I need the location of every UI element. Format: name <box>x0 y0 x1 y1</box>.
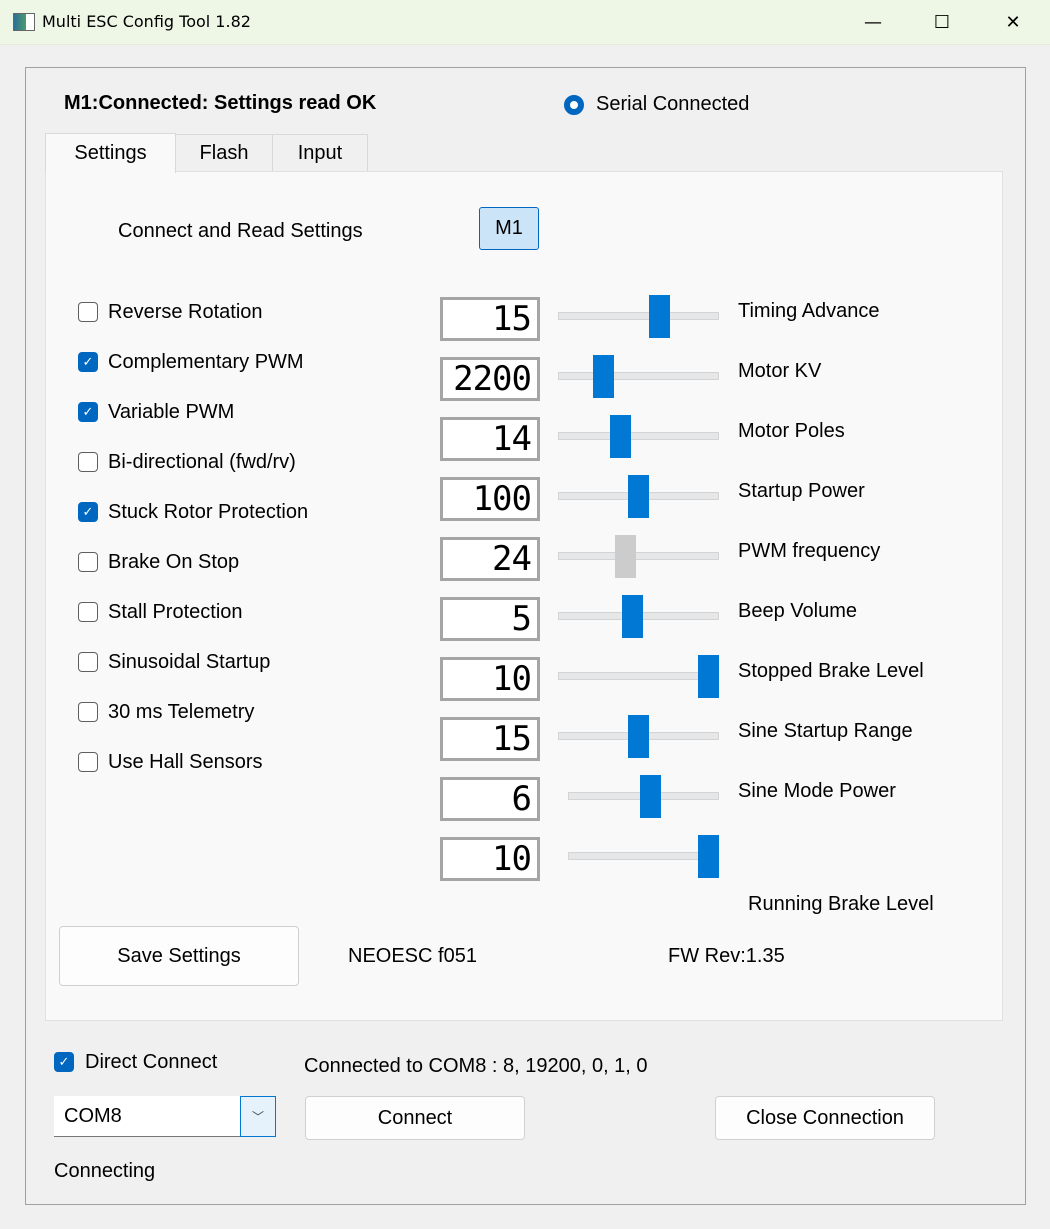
value-display: 100 <box>440 477 540 521</box>
slider-thumb[interactable] <box>609 415 631 458</box>
checkbox-label: Complementary PWM <box>108 351 304 373</box>
value-display: 5 <box>440 597 540 641</box>
checkbox-label: Brake On Stop <box>108 551 240 573</box>
slider-track[interactable] <box>568 852 719 860</box>
slider-thumb[interactable] <box>615 535 637 578</box>
slider-track[interactable] <box>558 432 719 440</box>
connection-info: Connected to COM8 : 8, 19200, 0, 1, 0 <box>304 1055 648 1077</box>
direct-connect-label: Direct Connect <box>85 1051 218 1073</box>
tab-flash[interactable]: Flash <box>175 134 273 172</box>
checkbox-sinusoidal-startup[interactable] <box>78 652 98 672</box>
slider-track[interactable] <box>558 672 719 680</box>
maximize-button[interactable]: ☐ <box>907 0 977 45</box>
value-display: 15 <box>440 297 540 341</box>
slider-label: Running Brake Level <box>748 893 934 915</box>
checkbox-reverse-rotation[interactable] <box>78 302 98 322</box>
slider-label: Timing Advance <box>738 300 880 322</box>
close-connection-button[interactable]: Close Connection <box>715 1096 935 1140</box>
slider-label: Beep Volume <box>738 600 857 622</box>
slider-thumb[interactable] <box>593 355 614 398</box>
slider-thumb[interactable] <box>698 835 719 878</box>
device-name: NEOESC f051 <box>348 945 477 967</box>
checkbox-label: Sinusoidal Startup <box>108 651 271 673</box>
checkbox-label: Variable PWM <box>108 401 235 423</box>
slider-label: Motor Poles <box>738 420 845 442</box>
slider-thumb[interactable] <box>628 475 649 518</box>
slider-thumb[interactable] <box>698 655 719 698</box>
save-settings-button[interactable]: Save Settings <box>59 926 299 986</box>
m1-button[interactable]: M1 <box>479 207 539 250</box>
slider-thumb[interactable] <box>639 775 661 818</box>
checkbox-label: Use Hall Sensors <box>108 751 263 773</box>
slider-thumb[interactable] <box>622 595 644 638</box>
value-display: 14 <box>440 417 540 461</box>
value-display: 6 <box>440 777 540 821</box>
tab-input[interactable]: Input <box>272 134 368 172</box>
close-button[interactable]: ✕ <box>978 0 1048 45</box>
footer-status: Connecting <box>54 1160 156 1182</box>
title-bar: Multi ESC Config Tool 1.82 — ☐ ✕ <box>0 0 1050 45</box>
checkbox-label: 30 ms Telemetry <box>108 701 255 723</box>
slider-thumb[interactable] <box>649 295 670 338</box>
port-select[interactable]: COM8 ﹀ <box>54 1096 276 1137</box>
chevron-down-icon[interactable]: ﹀ <box>240 1096 276 1137</box>
checkbox-variable-pwm[interactable]: ✓ <box>78 402 98 422</box>
port-select-value: COM8 <box>64 1105 122 1127</box>
firmware-revision: FW Rev:1.35 <box>668 945 785 967</box>
slider-track[interactable] <box>558 372 719 380</box>
value-display: 2200 <box>440 357 540 401</box>
checkbox-label: Reverse Rotation <box>108 301 263 323</box>
checkbox-label: Stall Protection <box>108 601 243 623</box>
connection-status: M1:Connected: Settings read OK <box>64 92 377 114</box>
direct-connect-checkbox[interactable]: ✓ <box>54 1052 74 1072</box>
checkbox-complementary-pwm[interactable]: ✓ <box>78 352 98 372</box>
slider-label: Stopped Brake Level <box>738 660 924 682</box>
value-display: 24 <box>440 537 540 581</box>
checkbox-brake-on-stop[interactable] <box>78 552 98 572</box>
slider-track[interactable] <box>558 312 719 320</box>
checkbox-stuck-rotor-protection[interactable]: ✓ <box>78 502 98 522</box>
value-display: 10 <box>440 657 540 701</box>
value-display: 10 <box>440 837 540 881</box>
window-title: Multi ESC Config Tool 1.82 <box>42 12 251 31</box>
connect-button[interactable]: Connect <box>305 1096 525 1140</box>
slider-label: Startup Power <box>738 480 865 502</box>
slider-thumb[interactable] <box>628 715 649 758</box>
checkbox-bi-directional-fwd-rv-[interactable] <box>78 452 98 472</box>
app-icon <box>13 13 35 31</box>
minimize-button[interactable]: — <box>838 0 908 45</box>
tab-settings[interactable]: Settings <box>45 133 176 173</box>
checkbox-stall-protection[interactable] <box>78 602 98 622</box>
slider-label: Motor KV <box>738 360 822 382</box>
slider-track[interactable] <box>558 552 719 560</box>
serial-connected-radio[interactable] <box>564 95 584 115</box>
slider-label: PWM frequency <box>738 540 881 562</box>
slider-label: Sine Mode Power <box>738 780 896 802</box>
serial-connected-label: Serial Connected <box>596 93 750 115</box>
value-display: 15 <box>440 717 540 761</box>
checkbox-use-hall-sensors[interactable] <box>78 752 98 772</box>
checkbox-30-ms-telemetry[interactable] <box>78 702 98 722</box>
checkbox-label: Stuck Rotor Protection <box>108 501 309 523</box>
connect-read-label: Connect and Read Settings <box>118 220 363 242</box>
checkbox-label: Bi-directional (fwd/rv) <box>108 451 296 473</box>
slider-label: Sine Startup Range <box>738 720 913 742</box>
